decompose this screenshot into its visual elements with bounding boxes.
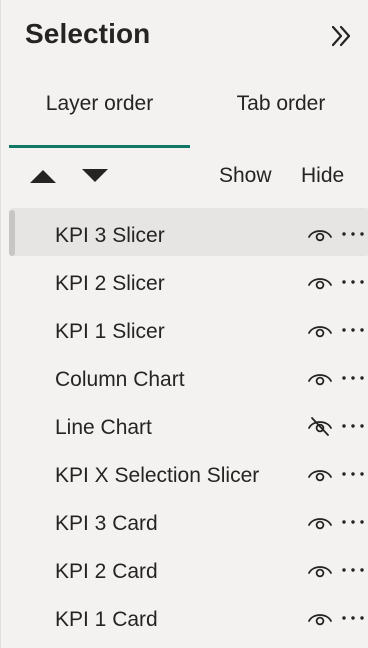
layer-row[interactable]: KPI 2 Slicer [9, 256, 368, 304]
layer-label: Line Chart [55, 416, 152, 439]
layer-label: Column Chart [55, 368, 185, 391]
show-all-button[interactable]: Show [219, 164, 272, 188]
more-options-icon[interactable] [340, 319, 366, 341]
selection-pane: Selection Layer order Tab order Show Hid… [0, 0, 368, 648]
eye-off-icon[interactable] [306, 415, 334, 437]
layer-label: KPI X Selection Slicer [55, 464, 260, 487]
layer-row[interactable]: KPI 2 Card [9, 544, 368, 592]
collapse-pane-button[interactable] [325, 22, 357, 50]
eye-icon[interactable] [306, 511, 334, 533]
eye-icon[interactable] [306, 223, 334, 245]
layer-row[interactable]: KPI 1 Slicer [9, 304, 368, 352]
move-up-button[interactable] [25, 160, 61, 192]
chevron-double-right-icon [328, 24, 354, 48]
layer-row[interactable]: KPI X Selection Slicer [9, 448, 368, 496]
layer-label: KPI 1 Slicer [55, 320, 165, 343]
pane-header: Selection [1, 0, 368, 72]
eye-icon[interactable] [306, 367, 334, 389]
more-options-icon[interactable] [340, 223, 366, 245]
layer-label: KPI 3 Slicer [55, 224, 165, 247]
eye-icon[interactable] [306, 271, 334, 293]
layer-row[interactable]: KPI 3 Card [9, 496, 368, 544]
eye-icon[interactable] [306, 607, 334, 629]
layer-label: KPI 2 Card [55, 560, 158, 583]
active-tab-indicator [9, 145, 190, 148]
more-options-icon[interactable] [340, 463, 366, 485]
tab-layer-order-label: Layer order [45, 92, 154, 115]
layer-label: KPI 3 Card [55, 512, 158, 535]
tab-tab-order-label: Tab order [236, 92, 326, 115]
layer-label: KPI 1 Card [55, 608, 158, 631]
triangle-down-icon [80, 168, 110, 184]
more-options-icon[interactable] [340, 511, 366, 533]
layer-row[interactable]: Column Chart [9, 352, 368, 400]
eye-icon[interactable] [306, 463, 334, 485]
more-options-icon[interactable] [340, 559, 366, 581]
more-options-icon[interactable] [340, 367, 366, 389]
layer-toolbar: Show Hide [1, 150, 368, 202]
triangle-up-icon [28, 168, 58, 184]
tabs: Layer order Tab order [9, 82, 361, 148]
hide-all-button[interactable]: Hide [301, 164, 344, 188]
pane-title: Selection [25, 18, 151, 49]
eye-icon[interactable] [306, 319, 334, 341]
layer-row[interactable]: Line Chart [9, 400, 368, 448]
tab-tab-order[interactable]: Tab order [190, 82, 368, 148]
more-options-icon[interactable] [340, 607, 366, 629]
layer-list: KPI 3 Slicer KPI 2 Slicer KPI 1 Slicer C… [9, 208, 368, 648]
eye-icon[interactable] [306, 559, 334, 581]
more-options-icon[interactable] [340, 415, 366, 437]
tab-layer-order[interactable]: Layer order [9, 82, 190, 148]
layer-row[interactable]: KPI 3 Slicer [9, 208, 368, 256]
layer-row[interactable]: KPI 1 Card [9, 592, 368, 640]
more-options-icon[interactable] [340, 271, 366, 293]
move-down-button[interactable] [77, 160, 113, 192]
layer-label: KPI 2 Slicer [55, 272, 165, 295]
